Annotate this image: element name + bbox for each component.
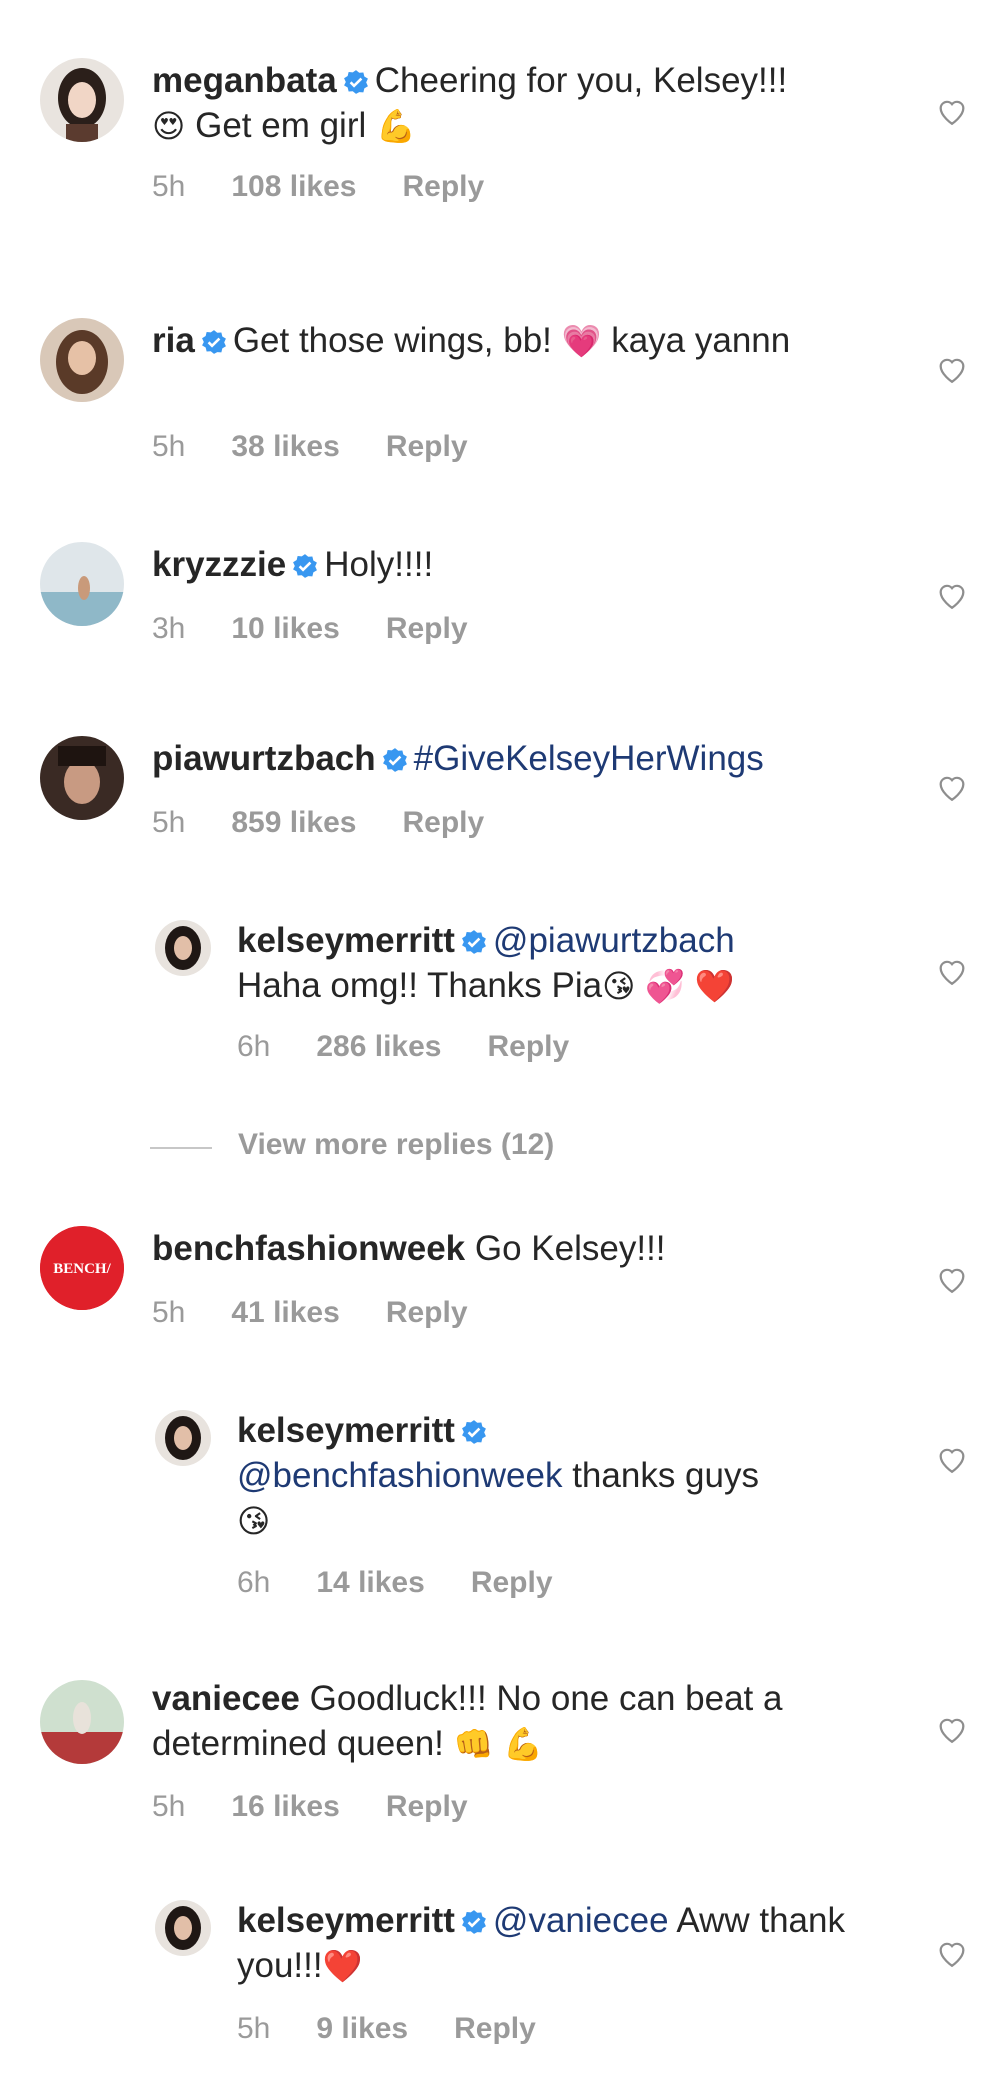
flexed-biceps-emoji: 💪	[375, 107, 416, 145]
verified-badge-icon	[382, 747, 408, 773]
avatar[interactable]: BENCH/	[40, 1226, 124, 1310]
comment-meta: 6h 14 likes Reply	[237, 1566, 599, 1600]
verified-badge-icon	[343, 69, 369, 95]
heart-outline-icon[interactable]	[935, 1712, 969, 1746]
comment-text: kelseymerritt @benchfashionweek thanks g…	[237, 1411, 759, 1540]
heart-eyes-emoji: 😍	[152, 107, 186, 145]
kiss-emoji: 😘	[237, 1502, 271, 1540]
reply-button[interactable]: Reply	[386, 430, 468, 463]
reply-button[interactable]: Reply	[454, 2012, 536, 2045]
heart-outline-icon[interactable]	[935, 1262, 969, 1296]
timestamp: 5h	[152, 806, 186, 839]
timestamp: 5h	[152, 1296, 186, 1329]
heart-outline-icon[interactable]	[935, 1936, 969, 1970]
heart-outline-icon[interactable]	[935, 94, 969, 128]
comment-meta: 5h 16 likes Reply	[152, 1790, 514, 1824]
reply-button[interactable]: Reply	[488, 1030, 570, 1063]
comment-text: kryzzzie Holy!!!!	[152, 545, 434, 584]
heart-outline-icon[interactable]	[935, 770, 969, 804]
divider-line	[150, 1147, 212, 1149]
likes-count[interactable]: 108 likes	[231, 170, 356, 203]
timestamp: 5h	[152, 170, 186, 203]
likes-count[interactable]: 859 likes	[231, 806, 356, 839]
likes-count[interactable]: 10 likes	[231, 612, 339, 645]
red-heart-emoji: ❤️	[694, 967, 735, 1005]
view-more-label: View more replies (12)	[238, 1128, 555, 1161]
reply-button[interactable]: Reply	[386, 612, 468, 645]
username[interactable]: meganbata	[152, 61, 337, 100]
avatar[interactable]	[40, 58, 124, 142]
verified-badge-icon	[201, 329, 227, 355]
comment-meta: 6h 286 likes Reply	[237, 1030, 615, 1064]
comment-text: vaniecee Goodluck!!! No one can beat a d…	[152, 1679, 783, 1763]
username[interactable]: kryzzzie	[152, 545, 286, 584]
likes-count[interactable]: 286 likes	[316, 1030, 441, 1063]
heart-outline-icon[interactable]	[935, 352, 969, 386]
comment-meta: 5h 859 likes Reply	[152, 806, 530, 840]
timestamp: 5h	[152, 430, 186, 463]
comment-text: ria Get those wings, bb! 💗 kaya yannn	[152, 321, 791, 360]
verified-badge-icon	[292, 553, 318, 579]
mention-link[interactable]: @benchfashionweek	[237, 1456, 562, 1495]
comment-meta: 5h 108 likes Reply	[152, 170, 530, 204]
reply-button[interactable]: Reply	[471, 1566, 553, 1599]
reply-button[interactable]: Reply	[403, 170, 485, 203]
avatar[interactable]	[40, 542, 124, 626]
username[interactable]: vaniecee	[152, 1679, 300, 1718]
timestamp: 3h	[152, 612, 186, 645]
flexed-biceps-emoji: 💪	[503, 1725, 544, 1763]
reply-button[interactable]: Reply	[403, 806, 485, 839]
heart-outline-icon[interactable]	[935, 954, 969, 988]
comment-text: piawurtzbach #GiveKelseyHerWings	[152, 736, 887, 781]
likes-count[interactable]: 41 likes	[231, 1296, 339, 1329]
username[interactable]: piawurtzbach	[152, 739, 376, 778]
timestamp: 5h	[237, 2012, 271, 2045]
hashtag-link[interactable]: #GiveKelseyHerWings	[414, 739, 764, 778]
avatar[interactable]	[155, 1410, 211, 1466]
reply-button[interactable]: Reply	[386, 1790, 468, 1823]
avatar[interactable]	[155, 1900, 211, 1956]
timestamp: 6h	[237, 1566, 271, 1599]
comment-text: kelseymerritt @piawurtzbach Haha omg!! Th…	[237, 921, 735, 1005]
username[interactable]: kelseymerritt	[237, 921, 455, 960]
avatar[interactable]	[155, 920, 211, 976]
mention-link[interactable]: @piawurtzbach	[493, 921, 735, 960]
verified-badge-icon	[461, 929, 487, 955]
growing-heart-emoji: 💗	[561, 322, 602, 360]
heart-outline-icon[interactable]	[935, 578, 969, 612]
oncoming-fist-emoji: 👊	[453, 1725, 494, 1763]
kiss-emoji: 😘	[602, 967, 636, 1005]
two-hearts-emoji: 💞	[645, 967, 686, 1005]
heart-outline-icon[interactable]	[935, 1442, 969, 1476]
comment-meta: 3h 10 likes Reply	[152, 612, 514, 646]
comment-meta: 5h 9 likes Reply	[237, 2012, 582, 2046]
verified-badge-icon	[461, 1909, 487, 1935]
bench-logo-text: BENCH/	[53, 1261, 111, 1277]
view-more-replies-button[interactable]: View more replies (12)	[150, 1128, 750, 1168]
mention-link[interactable]: @vaniecee	[493, 1901, 669, 1940]
username[interactable]: ria	[152, 321, 195, 360]
comment-meta: 5h 38 likes Reply	[152, 430, 514, 464]
comment-meta: 5h 41 likes Reply	[152, 1296, 514, 1330]
likes-count[interactable]: 38 likes	[231, 430, 339, 463]
comment-text: kelseymerritt @vaniecee Aww thank you!!!❤…	[237, 1901, 845, 1985]
reply-button[interactable]: Reply	[386, 1296, 468, 1329]
avatar[interactable]	[40, 736, 124, 820]
comment-text: benchfashionweek Go Kelsey!!!	[152, 1229, 666, 1268]
verified-badge-icon	[461, 1419, 487, 1445]
username[interactable]: benchfashionweek	[152, 1229, 465, 1268]
username[interactable]: kelseymerritt	[237, 1411, 455, 1450]
likes-count[interactable]: 14 likes	[316, 1566, 424, 1599]
username[interactable]: kelseymerritt	[237, 1901, 455, 1940]
likes-count[interactable]: 9 likes	[316, 2012, 408, 2045]
likes-count[interactable]: 16 likes	[231, 1790, 339, 1823]
comment-text: meganbata Cheering for you, Kelsey!!! 😍 G…	[152, 61, 788, 145]
timestamp: 6h	[237, 1030, 271, 1063]
red-heart-emoji: ❤️	[322, 1947, 363, 1985]
timestamp: 5h	[152, 1790, 186, 1823]
avatar[interactable]	[40, 1680, 124, 1764]
avatar[interactable]	[40, 318, 124, 402]
